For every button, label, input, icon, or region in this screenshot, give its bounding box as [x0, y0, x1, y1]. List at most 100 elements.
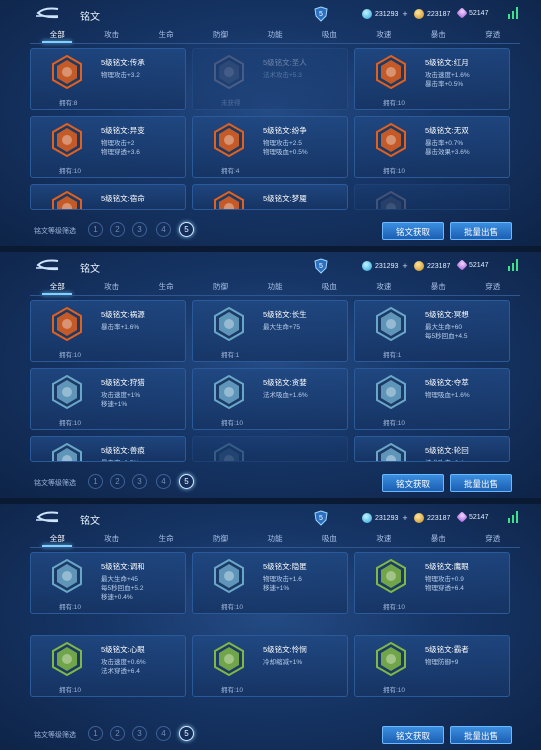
gold-coin-icon: [414, 261, 424, 271]
tab-item[interactable]: 防御: [193, 532, 247, 547]
add-icon[interactable]: +: [402, 9, 407, 19]
inscription-name: 5级铭文:红月: [425, 58, 469, 67]
inscription-card[interactable]: [192, 436, 348, 462]
tab-item[interactable]: 攻击: [84, 280, 138, 295]
level-filter-4[interactable]: 4: [156, 222, 171, 237]
bulk-sell-button[interactable]: 批量出售: [450, 726, 512, 744]
tab-item[interactable]: 防御: [193, 28, 247, 43]
inscription-name: 5级铭文:传承: [101, 58, 145, 67]
back-arrow-icon[interactable]: [34, 510, 60, 524]
level-filter-3[interactable]: 3: [132, 726, 147, 741]
tab-item[interactable]: 穿透: [466, 28, 520, 43]
inscription-attribute: 物理吸血+0.5%: [263, 149, 308, 156]
level-filter-2[interactable]: 2: [110, 222, 125, 237]
inscription-card[interactable]: 5级铭文:无双 暴击率+0.7% 暴击效果+3.6% 拥有:10: [354, 116, 510, 178]
inscription-card[interactable]: 5级铭文:轮回 法术攻击+2.4: [354, 436, 510, 462]
tab-item[interactable]: 生命: [139, 532, 193, 547]
level-filter-3[interactable]: 3: [132, 222, 147, 237]
inscription-card[interactable]: 5级铭文:梦魇: [192, 184, 348, 210]
tab-item[interactable]: 吸血: [302, 28, 356, 43]
level-filter-5[interactable]: 5: [179, 726, 194, 741]
inscription-card[interactable]: 5级铭文:心眼 攻击速度+0.6% 法术穿透+6.4 拥有:10: [30, 635, 186, 697]
inscription-card[interactable]: [354, 184, 510, 210]
gem-amount: 52147: [469, 513, 489, 521]
inscription-card[interactable]: 5级铭文:鹰眼 物理攻击+0.9 物理穿透+6.4 拥有:10: [354, 552, 510, 614]
tab-item[interactable]: 攻击: [84, 28, 138, 43]
tab-item[interactable]: 功能: [248, 280, 302, 295]
tab-item[interactable]: 功能: [248, 532, 302, 547]
tab-item[interactable]: 暴击: [411, 280, 465, 295]
level-filter-3[interactable]: 3: [132, 474, 147, 489]
inscription-attribute: 法术吸血+1.6%: [263, 392, 308, 399]
shield-icon[interactable]: 5: [314, 510, 328, 526]
back-arrow-icon[interactable]: [34, 6, 60, 20]
diamond-amount: 231293: [375, 514, 399, 522]
bulk-sell-button[interactable]: 批量出售: [450, 222, 512, 240]
add-icon[interactable]: +: [402, 513, 407, 523]
tab-item[interactable]: 暴击: [411, 28, 465, 43]
tab-item[interactable]: 吸血: [302, 280, 356, 295]
get-inscription-button[interactable]: 铭文获取: [382, 474, 444, 492]
inscription-card[interactable]: 5级铭文:宿命: [30, 184, 186, 210]
inscription-attribute: 暴击率+0.5%: [101, 457, 139, 461]
inscription-card[interactable]: 5级铭文:冥想 最大生命+60 每5秒回血+4.5 拥有:1: [354, 300, 510, 362]
level-filter-1[interactable]: 1: [88, 726, 103, 741]
bottom-bar: 铭文等级筛选 12345 铭文获取 批量出售: [0, 720, 541, 750]
level-filter-2[interactable]: 2: [110, 726, 125, 741]
shield-icon[interactable]: 5: [314, 6, 328, 22]
add-icon[interactable]: +: [402, 261, 407, 271]
inscription-card[interactable]: 5级铭文:兽痕 暴击率+0.5%: [30, 436, 186, 462]
inscription-card[interactable]: 5级铭文:夺萃 物理吸血+1.6% 拥有:10: [354, 368, 510, 430]
inscription-card[interactable]: 5级铭文:狩猎 攻击速度+1% 移速+1% 拥有:10: [30, 368, 186, 430]
inscription-card[interactable]: 5级铭文:圣人 法术攻击+5.3 未获得: [192, 48, 348, 110]
tab-item[interactable]: 暴击: [411, 532, 465, 547]
inscription-name: 5级铭文:夺萃: [425, 378, 469, 387]
inscription-card[interactable]: 5级铭文:霸者 物理防御+9 拥有:10: [354, 635, 510, 697]
tab-item[interactable]: 全部: [30, 532, 84, 547]
inscription-card[interactable]: 5级铭文:贪婪 法术吸血+1.6% 拥有:10: [192, 368, 348, 430]
level-filter-5[interactable]: 5: [179, 474, 194, 489]
inscription-card[interactable]: 5级铭文:红月 攻击速度+1.6% 暴击率+0.5% 拥有:10: [354, 48, 510, 110]
inscription-card[interactable]: 5级铭文:调和 最大生命+45 每5秒回血+5.2 移速+0.4% 拥有:10: [30, 552, 186, 614]
harmony-icon: [52, 559, 82, 593]
shield-icon[interactable]: 5: [314, 258, 328, 274]
get-inscription-button[interactable]: 铭文获取: [382, 222, 444, 240]
tab-item[interactable]: 防御: [193, 280, 247, 295]
tab-item[interactable]: 生命: [139, 28, 193, 43]
inscription-grid: 5级铭文:传承 物理攻击+3.2 拥有:8 5级铭文:圣人 法术攻击+5.3 未…: [30, 48, 510, 210]
level-filter-4[interactable]: 4: [156, 474, 171, 489]
bulk-sell-button[interactable]: 批量出售: [450, 474, 512, 492]
signal-icon: [508, 511, 518, 523]
level-filter-5[interactable]: 5: [179, 222, 194, 237]
inscription-card[interactable]: 5级铭文:异变 物理攻击+2 物理穿透+3.6 拥有:10: [30, 116, 186, 178]
level-filter-1[interactable]: 1: [88, 474, 103, 489]
inscription-name: 5级铭文:纷争: [263, 126, 307, 135]
inscription-card[interactable]: 5级铭文:纷争 物理攻击+2.5 物理吸血+0.5% 拥有:4: [192, 116, 348, 178]
level-filter-1[interactable]: 1: [88, 222, 103, 237]
tab-item[interactable]: 攻速: [357, 532, 411, 547]
back-arrow-icon[interactable]: [34, 258, 60, 272]
owned-count: 拥有:10: [383, 168, 406, 175]
tab-item[interactable]: 攻速: [357, 28, 411, 43]
tab-item[interactable]: 生命: [139, 280, 193, 295]
inscription-name: 5级铭文:梦魇: [263, 194, 307, 203]
inscription-card[interactable]: 5级铭文:传承 物理攻击+3.2 拥有:8: [30, 48, 186, 110]
tab-item[interactable]: 穿透: [466, 532, 520, 547]
gem-icon: [456, 511, 468, 523]
owned-count: 拥有:10: [221, 420, 244, 427]
inscription-card[interactable]: 5级铭文:祸源 暴击率+1.6% 拥有:10: [30, 300, 186, 362]
inscription-card[interactable]: 5级铭文:怜悯 冷却缩减+1% 拥有:10: [192, 635, 348, 697]
level-filter-2[interactable]: 2: [110, 474, 125, 489]
tab-item[interactable]: 功能: [248, 28, 302, 43]
tab-item[interactable]: 攻击: [84, 532, 138, 547]
level-filter-4[interactable]: 4: [156, 726, 171, 741]
tab-item[interactable]: 吸血: [302, 532, 356, 547]
get-inscription-button[interactable]: 铭文获取: [382, 726, 444, 744]
gold-amount: 223187: [427, 514, 451, 522]
inscription-card[interactable]: 5级铭文:长生 最大生命+75 拥有:1: [192, 300, 348, 362]
tab-item[interactable]: 全部: [30, 280, 84, 295]
tab-item[interactable]: 攻速: [357, 280, 411, 295]
tab-item[interactable]: 穿透: [466, 280, 520, 295]
inscription-card[interactable]: 5级铭文:隐匿 物理攻击+1.6 移速+1% 拥有:10: [192, 552, 348, 614]
tab-item[interactable]: 全部: [30, 28, 84, 43]
